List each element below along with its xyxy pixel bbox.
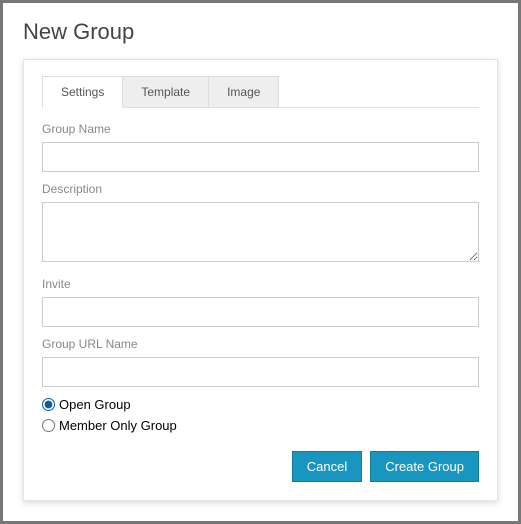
cancel-button[interactable]: Cancel xyxy=(292,451,362,482)
tabs: Settings Template Image xyxy=(42,76,479,108)
member-only-label: Member Only Group xyxy=(59,418,177,433)
create-group-button[interactable]: Create Group xyxy=(370,451,479,482)
actions: Cancel Create Group xyxy=(42,451,479,482)
open-group-label: Open Group xyxy=(59,397,131,412)
url-name-input[interactable] xyxy=(42,357,479,387)
group-name-input[interactable] xyxy=(42,142,479,172)
tab-template[interactable]: Template xyxy=(123,76,209,107)
invite-input[interactable] xyxy=(42,297,479,327)
url-name-label: Group URL Name xyxy=(42,337,479,351)
tab-image[interactable]: Image xyxy=(209,76,279,107)
tab-settings[interactable]: Settings xyxy=(42,76,123,108)
page-title: New Group xyxy=(23,19,498,45)
new-group-panel: Settings Template Image Group Name Descr… xyxy=(23,59,498,501)
open-group-radio[interactable] xyxy=(42,398,55,411)
description-input[interactable] xyxy=(42,202,479,262)
member-only-radio[interactable] xyxy=(42,419,55,432)
description-label: Description xyxy=(42,182,479,196)
invite-label: Invite xyxy=(42,277,479,291)
group-name-label: Group Name xyxy=(42,122,479,136)
